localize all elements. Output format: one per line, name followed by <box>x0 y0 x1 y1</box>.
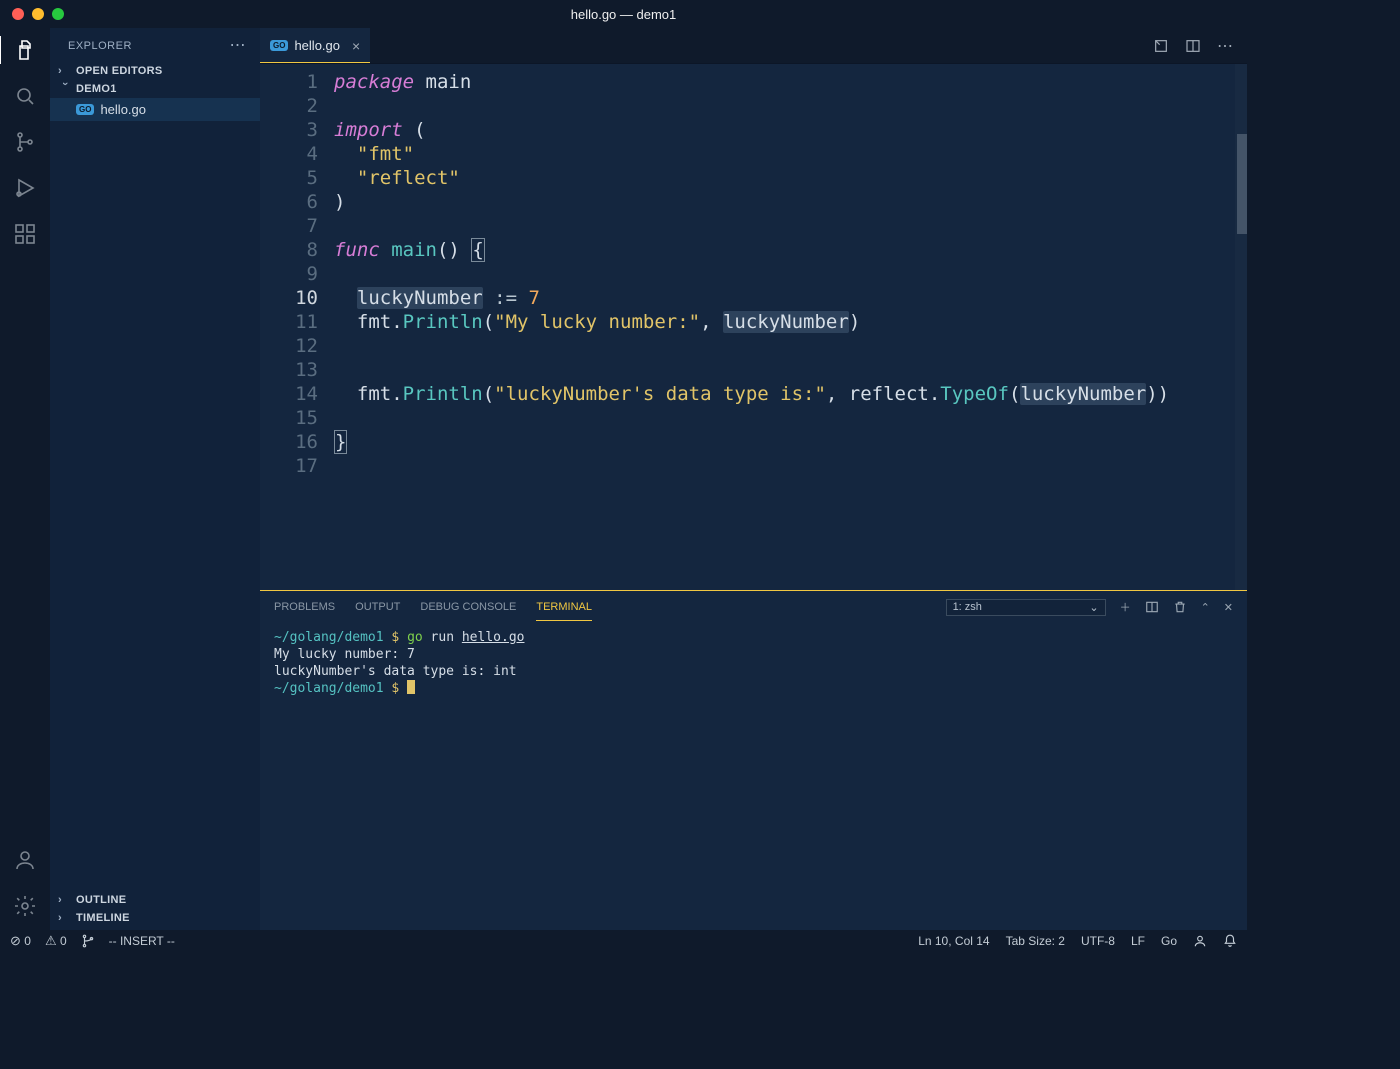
editor-group: GO hello.go × ⋯ 123456789101112131415161… <box>260 28 1247 930</box>
git-branch-status[interactable] <box>81 934 95 949</box>
minimap[interactable] <box>1235 64 1247 590</box>
toggle-preview-icon[interactable] <box>1153 38 1169 54</box>
outline-section[interactable]: › OUTLINE <box>50 891 260 909</box>
timeline-section[interactable]: › TIMELINE <box>50 909 260 930</box>
file-tree-item[interactable]: GO hello.go <box>50 98 260 121</box>
window-title: hello.go — demo1 <box>0 7 1247 22</box>
notifications-icon[interactable] <box>1223 934 1237 949</box>
panel-tab-problems[interactable]: PROBLEMS <box>274 601 335 613</box>
go-file-icon: GO <box>270 40 288 51</box>
language-mode[interactable]: Go <box>1161 934 1177 948</box>
go-file-icon: GO <box>76 104 94 115</box>
eol[interactable]: LF <box>1131 934 1145 948</box>
explorer-icon[interactable] <box>0 36 49 64</box>
errors-status[interactable]: ⊘ 0 <box>10 933 31 949</box>
cursor-position[interactable]: Ln 10, Col 14 <box>918 934 989 948</box>
tab-size[interactable]: Tab Size: 2 <box>1006 934 1065 948</box>
terminal-selector-label: 1: zsh <box>953 601 982 613</box>
source-control-icon[interactable] <box>11 128 39 156</box>
encoding[interactable]: UTF-8 <box>1081 934 1115 948</box>
explorer-sidebar: EXPLORER ⋯ › OPEN EDITORS › DEMO1 GO hel… <box>50 28 260 930</box>
chevron-down-icon: ⌄ <box>1089 601 1098 614</box>
file-name: hello.go <box>100 102 146 117</box>
open-editors-section[interactable]: › OPEN EDITORS <box>50 62 260 80</box>
terminal-content[interactable]: ~/golang/demo1 $ go run hello.go My luck… <box>260 623 1247 930</box>
maximize-window-button[interactable] <box>52 8 64 20</box>
panel-tab-output[interactable]: OUTPUT <box>355 601 400 613</box>
vim-mode: -- INSERT -- <box>109 934 175 948</box>
title-bar: hello.go — demo1 <box>0 0 1247 28</box>
sidebar-more-icon[interactable]: ⋯ <box>230 38 247 54</box>
warnings-status[interactable]: ⚠ 0 <box>45 933 67 949</box>
kill-terminal-icon[interactable] <box>1173 600 1187 614</box>
panel-tab-terminal[interactable]: TERMINAL <box>536 601 592 621</box>
split-editor-icon[interactable] <box>1185 38 1201 54</box>
panel-tab-debug-console[interactable]: DEBUG CONSOLE <box>420 601 516 613</box>
close-panel-icon[interactable]: ✕ <box>1224 601 1233 614</box>
more-actions-icon[interactable]: ⋯ <box>1217 36 1233 56</box>
bottom-panel: PROBLEMS OUTPUT DEBUG CONSOLE TERMINAL 1… <box>260 590 1247 930</box>
terminal-selector[interactable]: 1: zsh ⌄ <box>946 599 1106 616</box>
editor-tab[interactable]: GO hello.go × <box>260 28 370 63</box>
chevron-right-icon: › <box>58 894 72 906</box>
section-label: OUTLINE <box>76 894 126 906</box>
search-icon[interactable] <box>11 82 39 110</box>
project-section[interactable]: › DEMO1 <box>50 80 260 98</box>
window-controls <box>12 8 64 20</box>
section-label: OPEN EDITORS <box>76 65 163 77</box>
activity-bar <box>0 28 50 930</box>
chevron-up-icon[interactable]: ⌃ <box>1201 601 1210 614</box>
run-debug-icon[interactable] <box>11 174 39 202</box>
editor-tab-bar: GO hello.go × ⋯ <box>260 28 1247 64</box>
new-terminal-icon[interactable]: ＋ <box>1120 599 1131 615</box>
close-tab-icon[interactable]: × <box>352 38 360 54</box>
accounts-icon[interactable] <box>11 846 39 874</box>
section-label: TIMELINE <box>76 912 130 924</box>
extensions-icon[interactable] <box>11 220 39 248</box>
panel-tab-bar: PROBLEMS OUTPUT DEBUG CONSOLE TERMINAL 1… <box>260 591 1247 623</box>
feedback-icon[interactable] <box>1193 934 1207 949</box>
chevron-right-icon: › <box>58 65 72 77</box>
section-label: DEMO1 <box>76 83 117 95</box>
code-content[interactable]: package main import ( "fmt" "reflect") f… <box>330 64 1247 590</box>
tab-label: hello.go <box>294 38 340 53</box>
status-bar: ⊘ 0 ⚠ 0 -- INSERT -- Ln 10, Col 14 Tab S… <box>0 930 1247 952</box>
minimize-window-button[interactable] <box>32 8 44 20</box>
sidebar-title: EXPLORER <box>68 40 132 52</box>
line-number-gutter: 1234567891011121314151617 <box>260 64 330 590</box>
split-terminal-icon[interactable] <box>1145 600 1159 614</box>
chevron-down-icon: › <box>59 82 71 96</box>
chevron-right-icon: › <box>58 912 72 924</box>
settings-gear-icon[interactable] <box>11 892 39 920</box>
code-editor[interactable]: 1234567891011121314151617 package main i… <box>260 64 1247 590</box>
close-window-button[interactable] <box>12 8 24 20</box>
minimap-viewport[interactable] <box>1237 134 1247 234</box>
